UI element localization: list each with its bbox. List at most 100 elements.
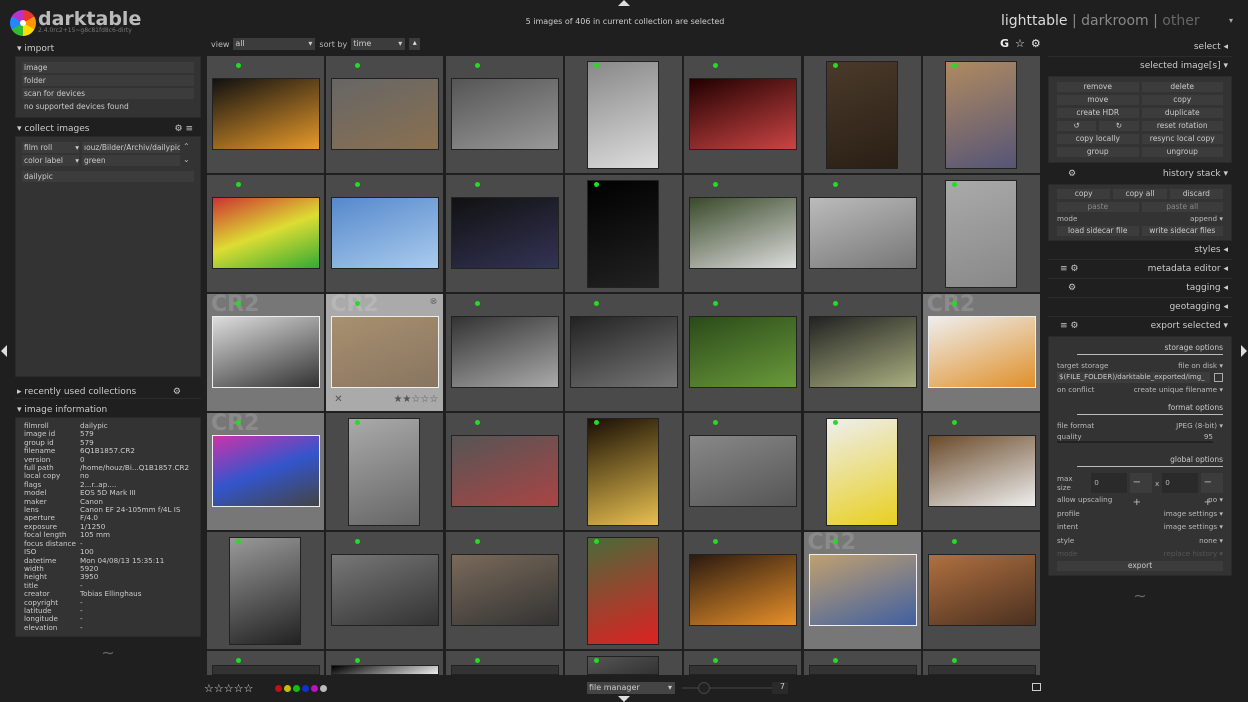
star-icon[interactable]: ☆	[429, 394, 438, 405]
width-stepper[interactable]: −+	[1129, 473, 1152, 508]
thumbnail-cell[interactable]	[207, 175, 324, 292]
thumbnail-cell[interactable]	[445, 651, 563, 675]
resync-local-copy-button[interactable]: resync local copy	[1141, 134, 1223, 144]
import-image-button[interactable]: image	[22, 62, 194, 73]
thumbnail-cell[interactable]: CR2 ✕ ★★☆☆☆ ⊗	[326, 294, 444, 411]
load-sidecar-button[interactable]: load sidecar file	[1057, 225, 1139, 236]
import-folder-button[interactable]: folder	[22, 75, 194, 86]
export-path-input[interactable]: $(FILE_FOLDER)/darktable_exported/img_	[1057, 372, 1210, 383]
thumbnail-image[interactable]	[331, 316, 440, 388]
thumbnail-cell[interactable]	[803, 294, 921, 411]
sort-order-button[interactable]: ▴	[409, 38, 421, 50]
expand-icon[interactable]: ⌄	[183, 155, 190, 166]
write-sidecar-button[interactable]: write sidecar files	[1141, 225, 1223, 236]
zoom-slider[interactable]	[682, 682, 772, 694]
thumbnail-cell[interactable]: CR2	[922, 294, 1040, 411]
thumbnail-image[interactable]	[689, 435, 798, 507]
thumbnail-image[interactable]	[586, 537, 659, 645]
copy-locally-button[interactable]: copy locally	[1057, 134, 1139, 144]
other-views-dropdown-icon[interactable]: ▾	[1229, 16, 1233, 25]
thumbnail-image[interactable]	[808, 665, 917, 675]
thumbnail-image[interactable]	[212, 435, 320, 507]
on-conflict-select[interactable]: on conflict create unique filename ▾	[1057, 383, 1223, 397]
thumbnail-cell[interactable]	[922, 651, 1040, 675]
preset-icon[interactable]: ≡ ⚙	[1048, 317, 1078, 336]
thumbnail-image[interactable]	[808, 554, 917, 626]
collect-header[interactable]: ▾ collect images ⚙ ≡	[15, 122, 201, 136]
view-darkroom[interactable]: darkroom	[1081, 13, 1149, 29]
bottom-panel-toggle[interactable]	[618, 696, 630, 702]
rule-value-input[interactable]: green	[82, 155, 180, 166]
thumbnail-cell[interactable]	[803, 175, 921, 292]
select-header[interactable]: select ◂	[1048, 38, 1232, 57]
thumbnail-cell[interactable]	[564, 175, 682, 292]
recent-collections-header[interactable]: ▸ recently used collections ⚙	[15, 385, 201, 399]
scan-devices-button[interactable]: scan for devices	[22, 88, 194, 99]
styles-header[interactable]: styles ◂	[1048, 241, 1232, 260]
thumbnail-cell[interactable]	[326, 651, 444, 675]
preset-icon[interactable]: ⚙	[173, 385, 201, 399]
thumbnail-cell[interactable]	[445, 175, 563, 292]
thumbnail-cell[interactable]	[684, 175, 802, 292]
thumbnail-cell[interactable]	[326, 175, 444, 292]
export-button[interactable]: export	[1057, 560, 1223, 571]
color-label-dot[interactable]	[311, 685, 318, 692]
thumbnail-image[interactable]	[586, 418, 659, 526]
remove-button[interactable]: remove	[1057, 82, 1139, 92]
reject-icon[interactable]: ✕	[334, 394, 342, 406]
thumbnail-cell[interactable]: CR2	[207, 294, 324, 411]
thumbnail-cell[interactable]	[922, 532, 1040, 649]
max-height-input[interactable]: 0	[1162, 473, 1198, 493]
thumbnail-image[interactable]	[331, 197, 440, 269]
thumbnail-cell[interactable]	[922, 56, 1040, 173]
star-icon[interactable]: ☆	[420, 394, 429, 405]
thumbnail-image[interactable]	[450, 316, 559, 388]
thumbnail-image[interactable]	[212, 78, 320, 150]
thumbnail-cell[interactable]	[445, 294, 563, 411]
thumbnail-cell[interactable]	[803, 56, 921, 173]
thumbnail-image[interactable]	[212, 665, 320, 675]
layout-select[interactable]: file manager ▾	[587, 682, 675, 694]
thumbnail-cell[interactable]	[207, 532, 324, 649]
thumbnail-image[interactable]	[689, 665, 798, 675]
preset-icon[interactable]: ⚙ ≡	[175, 122, 201, 136]
style-select[interactable]: style none ▾	[1057, 534, 1223, 548]
thumbnail-image[interactable]	[331, 554, 440, 626]
collection-list-item[interactable]: dailypic	[22, 171, 194, 182]
ungroup-button[interactable]: ungroup	[1141, 147, 1223, 157]
thumbnail-image[interactable]	[450, 78, 559, 150]
thumbnail-cell[interactable]	[207, 56, 324, 173]
thumbnail-image[interactable]	[229, 537, 301, 645]
gear-icon[interactable]: ⚙	[1031, 37, 1041, 50]
thumbnail-image[interactable]	[331, 665, 440, 675]
thumbnail-cell[interactable]	[803, 651, 921, 675]
preset-icon[interactable]: ≡ ⚙	[1048, 260, 1078, 279]
thumbnail-image[interactable]	[808, 316, 917, 388]
history-stack-header[interactable]: ⚙ history stack ▾	[1048, 165, 1232, 184]
rotate-ccw-button[interactable]: ↺	[1057, 121, 1097, 131]
history-discard-button[interactable]: discard	[1169, 189, 1223, 199]
thumbnail-image[interactable]	[689, 316, 798, 388]
thumbnail-image[interactable]	[450, 665, 559, 675]
color-label-dot[interactable]	[302, 685, 309, 692]
height-stepper[interactable]: −+	[1200, 473, 1223, 508]
group-button[interactable]: group	[1057, 147, 1139, 157]
thumbnail-cell[interactable]	[684, 413, 802, 530]
thumbnail-image[interactable]	[450, 197, 559, 269]
thumbnail-cell[interactable]	[564, 56, 682, 173]
rating-filter[interactable]: ☆☆☆☆☆	[204, 682, 253, 695]
delete-button[interactable]: delete	[1141, 82, 1223, 92]
intent-select[interactable]: intent image settings ▾	[1057, 520, 1223, 534]
quality-slider[interactable]: quality 95	[1057, 432, 1213, 443]
sort-select[interactable]: time ▾	[351, 38, 406, 50]
duplicate-button[interactable]: duplicate	[1141, 108, 1223, 118]
thumbnail-cell[interactable]	[922, 175, 1040, 292]
zoom-slider-handle[interactable]	[698, 682, 710, 694]
thumbnail-image[interactable]	[808, 197, 917, 269]
thumbnail-image[interactable]	[825, 418, 898, 526]
top-panel-toggle[interactable]	[618, 0, 630, 6]
thumbnail-image[interactable]	[348, 418, 421, 526]
thumbnail-cell[interactable]	[564, 651, 682, 675]
thumbnail-cell[interactable]	[684, 651, 802, 675]
import-header[interactable]: ▾ import	[15, 42, 201, 56]
